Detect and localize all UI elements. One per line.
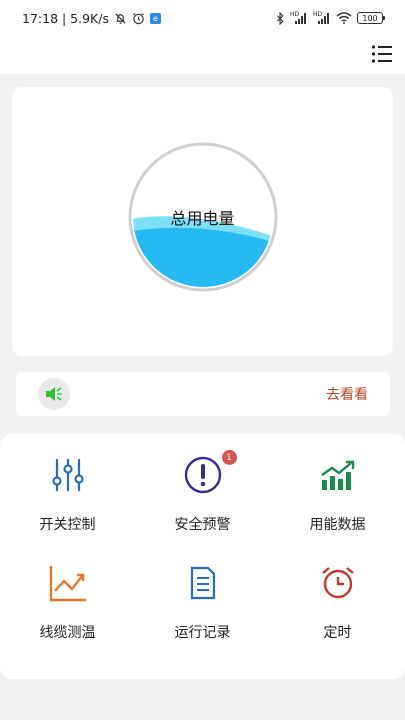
switch-sliders-icon	[46, 454, 90, 496]
status-bar: 17:18 | 5.9K/s e HD HD 100	[0, 0, 405, 36]
feature-label: 开关控制	[39, 517, 96, 533]
list-menu-icon[interactable]	[369, 42, 395, 66]
feature-label: 用能数据	[309, 517, 366, 533]
feature-label: 线缆测温	[39, 625, 96, 641]
speaker-icon	[38, 378, 70, 410]
alert-count-badge: 1	[221, 450, 237, 465]
total-power-label: 总用电量	[170, 209, 235, 228]
alarm-clock-icon	[316, 562, 360, 604]
document-icon	[181, 562, 225, 604]
gauge-wave-front	[133, 227, 273, 287]
feature-energy-data[interactable]: 用能数据	[270, 434, 405, 534]
app-notification-icon: e	[149, 12, 161, 24]
power-usage-card: 总用电量	[12, 87, 393, 356]
line-chart-icon	[46, 562, 90, 604]
app-bar	[0, 36, 405, 74]
signal-icon: HD	[313, 10, 331, 25]
feature-cable-temp[interactable]: 线缆测温	[0, 542, 135, 642]
signal-hd-label: HD	[313, 10, 323, 18]
feature-label: 安全预警	[174, 517, 231, 533]
go-view-link[interactable]: 去看看	[326, 384, 368, 404]
signal-icon: HD	[290, 10, 308, 25]
alarm-icon	[132, 12, 145, 25]
feature-grid: 开关控制 1 安全预警 用能数据 线缆测温 运行记录 定时	[0, 434, 405, 679]
feature-run-records[interactable]: 运行记录	[135, 542, 270, 642]
feature-label: 运行记录	[174, 625, 231, 641]
wifi-icon	[336, 12, 352, 24]
notice-bar: 去看看	[16, 372, 390, 416]
feature-timer[interactable]: 定时	[270, 542, 405, 642]
mute-bell-icon	[114, 12, 127, 25]
status-time: 17:18 | 5.9K/s	[22, 10, 109, 26]
feature-switch-control[interactable]: 开关控制	[0, 434, 135, 534]
alert-icon: 1	[181, 450, 237, 496]
battery-icon: 100	[357, 12, 385, 24]
growth-chart-icon	[316, 454, 360, 496]
signal-hd-label: HD	[290, 10, 300, 18]
feature-safety-alert[interactable]: 1 安全预警	[135, 434, 270, 534]
bluetooth-icon	[276, 11, 285, 25]
feature-label: 定时	[323, 625, 352, 641]
